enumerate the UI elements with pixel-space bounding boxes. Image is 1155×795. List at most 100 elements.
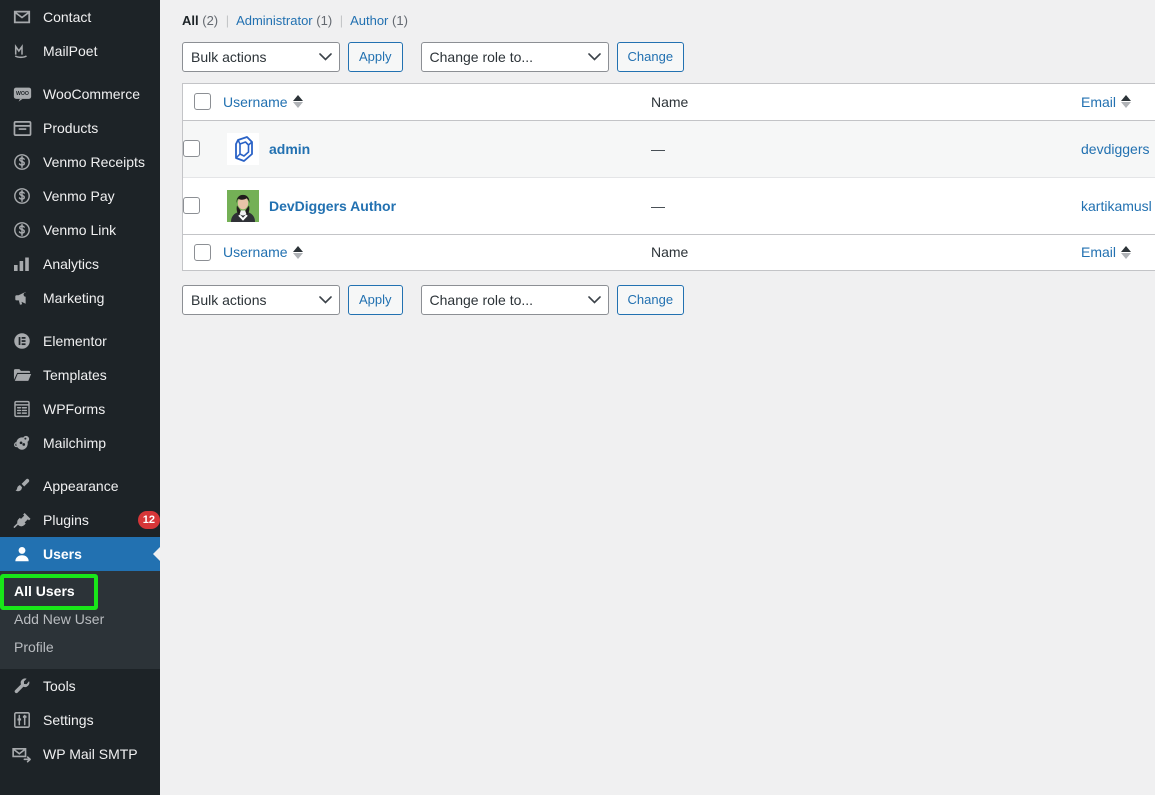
change-role-select-top[interactable]: Change role to... [420,42,609,72]
users-submenu: All Users Add New User Profile [0,571,160,669]
sidebar-item-label: Templates [43,367,107,383]
apply-button-bottom[interactable]: Apply [348,285,403,315]
change-role-select-bottom[interactable]: Change role to... [420,285,609,315]
plugins-update-badge: 12 [137,511,160,529]
sidebar-item-label: Settings [43,712,94,728]
dollar-icon [10,220,34,240]
sidebar-item-venmo-receipts[interactable]: Venmo Receipts [0,145,160,179]
sidebar-item-users[interactable]: Users [0,537,160,571]
products-icon [10,118,34,138]
menu-separator [0,315,160,324]
sidebar-item-label: Tools [43,678,76,694]
filter-link-all[interactable]: All [182,13,199,28]
table-footer-row: Username Name Email [183,233,1155,270]
sort-arrows-icon [1121,95,1132,109]
apply-button-top[interactable]: Apply [348,42,403,72]
sidebar-item-templates[interactable]: Templates [0,358,160,392]
sidebar-item-label: Products [43,120,99,136]
change-role-select-wrap-top: Change role to... [420,42,609,72]
folder-icon [10,365,34,385]
menu-separator [0,68,160,77]
chart-bars-icon [10,254,34,274]
megaphone-icon [10,288,34,308]
sidebar-item-venmo-link[interactable]: Venmo Link [0,213,160,247]
sliders-icon [10,710,34,730]
tablenav-top: Bulk actions Apply Change role to... Cha… [182,42,1155,72]
sidebar-item-venmo-pay[interactable]: Venmo Pay [0,179,160,213]
envelope-icon [10,7,34,27]
change-role-button-top[interactable]: Change [616,42,685,72]
filter-count-author: (1) [392,13,408,28]
sidebar-item-wp-mail-smtp[interactable]: WP Mail SMTP [0,737,160,771]
sidebar-item-wpforms[interactable]: WPForms [0,392,160,426]
sort-username-link-top[interactable]: Username [223,94,303,110]
sidebar-item-label: Mailchimp [43,435,107,451]
sidebar-item-analytics[interactable]: Analytics [0,247,160,281]
submenu-item-add-new-user[interactable]: Add New User [0,605,160,633]
sidebar-item-label: Venmo Receipts [43,154,145,170]
username-column-header: Username [223,84,651,121]
filter-link-author[interactable]: Author [350,13,388,28]
bulk-actions-select-top[interactable]: Bulk actions [182,42,340,72]
sidebar-item-label: Appearance [43,478,119,494]
name-cell: — [651,197,665,214]
paintbrush-icon [10,476,34,496]
filter-divider: | [225,13,230,28]
select-all-checkbox-bottom[interactable] [194,243,211,261]
username-cell: DevDiggers Author [223,177,651,234]
username-link[interactable]: DevDiggers Author [269,198,396,214]
sidebar-item-elementor[interactable]: Elementor [0,324,160,358]
role-filter-links: All (2) | Administrator (1) | Author (1) [182,13,1155,28]
sidebar-item-marketing[interactable]: Marketing [0,281,160,315]
row-select-cell [183,177,223,234]
avatar [227,189,259,222]
sort-email-link-top[interactable]: Email [1081,94,1132,110]
admin-sidebar: Contact MailPoet WOO WooCommerce Products Ven… [0,0,160,795]
change-role-select-wrap-bottom: Change role to... [420,285,609,315]
email-link[interactable]: kartikamusl [1081,198,1155,214]
filter-link-administrator[interactable]: Administrator [236,13,313,28]
username-link[interactable]: admin [269,141,310,157]
submenu-item-profile[interactable]: Profile [0,633,160,661]
sidebar-item-label: WP Mail SMTP [43,746,138,762]
sidebar-item-label: Elementor [43,333,107,349]
select-all-checkbox-top[interactable] [194,93,211,111]
sidebar-item-woocommerce[interactable]: WOO WooCommerce [0,77,160,111]
table-row: DevDiggers Author — kartikamusl [183,177,1155,234]
email-cell: kartikamusl [1081,177,1155,234]
email-link[interactable]: devdiggers [1081,141,1155,157]
elementor-icon [10,331,34,351]
sort-email-link-bottom[interactable]: Email [1081,244,1132,260]
sidebar-item-label: WPForms [43,401,106,417]
plug-icon [10,510,34,530]
sidebar-item-mailchimp[interactable]: Mailchimp [0,426,160,460]
sidebar-item-label: Contact [43,9,92,25]
username-column-footer: Username [223,233,651,270]
change-role-button-bottom[interactable]: Change [616,285,685,315]
users-table-head: Username Name Email [183,84,1155,121]
sort-username-link-bottom[interactable]: Username [223,244,303,260]
bulk-actions-select-bottom[interactable]: Bulk actions [182,285,340,315]
sidebar-item-tools[interactable]: Tools [0,669,160,703]
submenu-item-all-users[interactable]: All Users [0,577,160,605]
sidebar-item-label: Marketing [43,290,105,306]
sidebar-item-products[interactable]: Products [0,111,160,145]
users-table-wrap: Username Name Email admin — devdiggers D… [182,83,1155,271]
row-checkbox[interactable] [183,140,200,157]
table-row: admin — devdiggers [183,120,1155,178]
sidebar-item-settings[interactable]: Settings [0,703,160,737]
sidebar-item-contact[interactable]: Contact [0,0,160,34]
bulk-actions-select-wrap-top: Bulk actions [182,42,340,72]
row-checkbox[interactable] [183,197,200,214]
row-select-cell [183,120,223,178]
name-column-header: Name [651,84,1081,121]
menu-separator [0,460,160,469]
sidebar-item-mailpoet[interactable]: MailPoet [0,34,160,68]
filter-divider: | [339,13,344,28]
email-column-header: Email [1081,84,1155,121]
sidebar-item-label: MailPoet [43,43,98,59]
sidebar-item-appearance[interactable]: Appearance [0,469,160,503]
avatar [227,132,259,165]
sidebar-item-plugins[interactable]: Plugins 12 [0,503,160,537]
dollar-icon [10,186,34,206]
